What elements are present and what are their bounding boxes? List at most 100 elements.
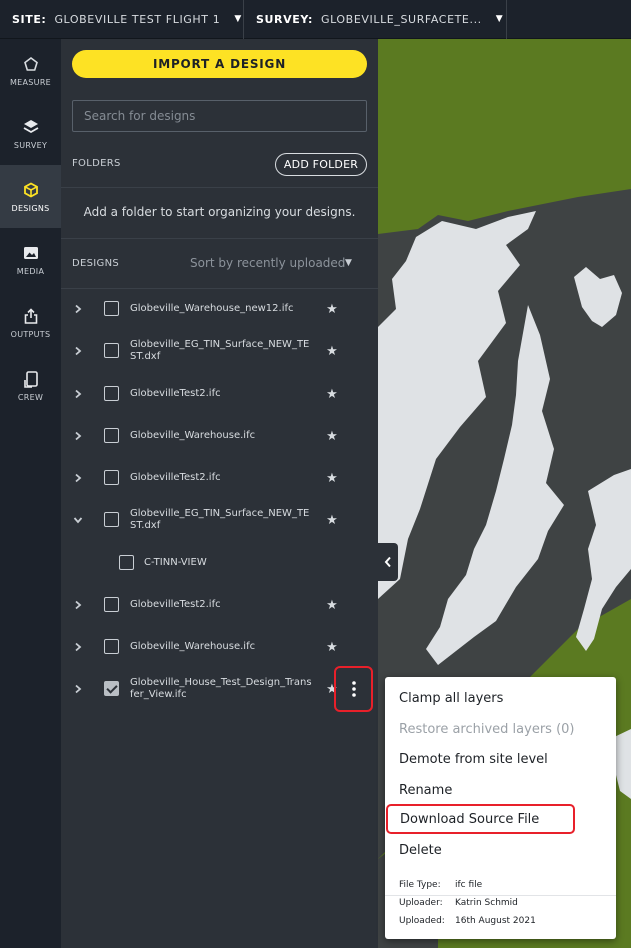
layer-checkbox[interactable]	[119, 555, 134, 570]
uploaded-meta: Uploaded: 16th August 2021	[399, 916, 536, 926]
layers-icon	[21, 117, 41, 137]
folders-heading: FOLDERS	[72, 158, 121, 169]
menu-demote-from-site-level[interactable]: Demote from site level	[385, 744, 616, 774]
design-name: Globeville_EG_TIN_Surface_NEW_TEST.dxf	[130, 508, 310, 531]
star-icon[interactable]: ★	[325, 584, 339, 626]
star-icon[interactable]: ★	[325, 415, 339, 457]
nav-survey[interactable]: SURVEY	[0, 102, 61, 165]
design-row[interactable]: Globeville_Warehouse.ifc ★	[61, 626, 378, 668]
design-checkbox[interactable]	[104, 343, 119, 358]
survey-selector[interactable]: SURVEY: GLOBEVILLE_SURFACETE... ▼	[244, 0, 507, 39]
star-icon[interactable]: ★	[325, 373, 339, 415]
site-selector[interactable]: SITE: GLOBEVILLE TEST FLIGHT 1 ▼	[0, 0, 244, 39]
survey-key: SURVEY:	[256, 12, 313, 26]
collapse-panel-button[interactable]	[377, 543, 398, 581]
pentagon-icon	[21, 54, 41, 74]
design-name: GlobevilleTest2.ifc	[130, 388, 221, 399]
menu-restore-archived-layers: Restore archived layers (0)	[399, 721, 575, 737]
image-icon	[21, 243, 41, 263]
chevron-right-icon[interactable]	[71, 415, 85, 457]
design-name: GlobevilleTest2.ifc	[130, 472, 221, 483]
design-name: GlobevilleTest2.ifc	[130, 599, 221, 610]
nav-survey-label: SURVEY	[13, 141, 48, 150]
sort-dropdown[interactable]: Sort by recently uploaded	[190, 256, 345, 270]
chevron-right-icon[interactable]	[71, 626, 85, 668]
menu-clamp-all-layers[interactable]: Clamp all layers	[385, 683, 616, 713]
add-folder-button[interactable]: ADD FOLDER	[275, 153, 367, 176]
file-type-value: ifc file	[455, 880, 483, 890]
design-checkbox[interactable]	[104, 597, 119, 612]
design-row[interactable]: GlobevilleTest2.ifc ★	[61, 584, 378, 626]
nav-designs-label: DESIGNS	[11, 204, 50, 213]
layer-row[interactable]: C-TINN-VIEW	[61, 542, 378, 584]
design-checkbox[interactable]	[104, 301, 119, 316]
star-icon[interactable]: ★	[325, 330, 339, 372]
divider	[385, 895, 616, 896]
chevron-right-icon[interactable]	[71, 584, 85, 626]
design-context-menu: Clamp all layers Restore archived layers…	[385, 677, 616, 939]
design-row[interactable]: GlobevilleTest2.ifc ★	[61, 457, 378, 499]
design-name: Globeville_Warehouse.ifc	[130, 641, 256, 652]
chevron-right-icon[interactable]	[71, 330, 85, 372]
star-icon[interactable]: ★	[325, 457, 339, 499]
nav-measure-label: MEASURE	[9, 78, 52, 87]
chevron-down-icon[interactable]: ▼	[345, 258, 352, 268]
kebab-icon	[351, 681, 356, 697]
design-name: Globeville_EG_TIN_Surface_NEW_TEST.dxf	[130, 339, 310, 362]
nav-rail: MEASURE SURVEY DESIGNS MEDIA OUTPUTS CRE…	[0, 39, 61, 948]
nav-designs[interactable]: DESIGNS	[0, 165, 61, 228]
cube-icon	[21, 180, 41, 200]
site-key: SITE:	[12, 12, 47, 26]
star-icon[interactable]: ★	[325, 288, 339, 330]
design-name: Globeville_Warehouse_new12.ifc	[130, 303, 294, 314]
design-row[interactable]: GlobevilleTest2.ifc ★	[61, 373, 378, 415]
site-value: GLOBEVILLE TEST FLIGHT 1	[54, 12, 221, 26]
design-checkbox[interactable]	[104, 428, 119, 443]
menu-download-source-file[interactable]: Download Source File	[386, 804, 575, 834]
chevron-left-icon	[384, 556, 391, 568]
chevron-down-icon: ▼	[495, 14, 504, 24]
chevron-down-icon: ▼	[234, 14, 242, 24]
file-type-key: File Type:	[399, 880, 441, 890]
menu-rename[interactable]: Rename	[385, 775, 616, 805]
device-icon	[21, 369, 41, 389]
design-checkbox[interactable]	[104, 470, 119, 485]
star-icon[interactable]: ★	[325, 626, 339, 668]
design-row[interactable]: Globeville_Warehouse_new12.ifc ★	[61, 288, 378, 330]
chevron-right-icon[interactable]	[71, 668, 85, 710]
nav-measure[interactable]: MEASURE	[0, 39, 61, 102]
more-options-button[interactable]	[334, 666, 373, 712]
star-icon[interactable]: ★	[325, 499, 339, 541]
chevron-right-icon[interactable]	[71, 457, 85, 499]
design-checkbox[interactable]	[104, 512, 119, 527]
design-row[interactable]: Globeville_House_Test_Design_Transfer_Vi…	[61, 668, 378, 710]
designs-heading: DESIGNS	[72, 258, 119, 269]
design-row[interactable]: Globeville_EG_TIN_Surface_NEW_TEST.dxf ★	[61, 330, 378, 372]
divider	[61, 187, 378, 188]
nav-crew[interactable]: CREW	[0, 354, 61, 417]
search-input[interactable]	[72, 100, 367, 132]
layer-name: C-TINN-VIEW	[144, 557, 207, 568]
design-checkbox[interactable]	[104, 681, 119, 696]
import-design-button[interactable]: IMPORT A DESIGN	[72, 50, 367, 78]
design-row[interactable]: Globeville_Warehouse.ifc ★	[61, 415, 378, 457]
chevron-right-icon[interactable]	[71, 288, 85, 330]
nav-outputs[interactable]: OUTPUTS	[0, 291, 61, 354]
nav-outputs-label: OUTPUTS	[10, 330, 51, 339]
folder-hint-text: Add a folder to start organizing your de…	[83, 205, 356, 219]
uploaded-value: 16th August 2021	[455, 916, 536, 926]
design-name: Globeville_Warehouse.ifc	[130, 430, 256, 441]
divider	[61, 238, 378, 239]
design-row[interactable]: Globeville_EG_TIN_Surface_NEW_TEST.dxf ★	[61, 499, 378, 541]
design-checkbox[interactable]	[104, 639, 119, 654]
chevron-down-icon[interactable]	[71, 499, 85, 541]
top-bar: SITE: GLOBEVILLE TEST FLIGHT 1 ▼ SURVEY:…	[0, 0, 631, 39]
design-checkbox[interactable]	[104, 386, 119, 401]
nav-media-label: MEDIA	[16, 267, 45, 276]
menu-delete[interactable]: Delete	[385, 835, 616, 865]
uploaded-key: Uploaded:	[399, 916, 445, 926]
share-upload-icon	[21, 306, 41, 326]
nav-media[interactable]: MEDIA	[0, 228, 61, 291]
chevron-right-icon[interactable]	[71, 373, 85, 415]
designs-panel: IMPORT A DESIGN FOLDERS ADD FOLDER Add a…	[61, 39, 378, 948]
